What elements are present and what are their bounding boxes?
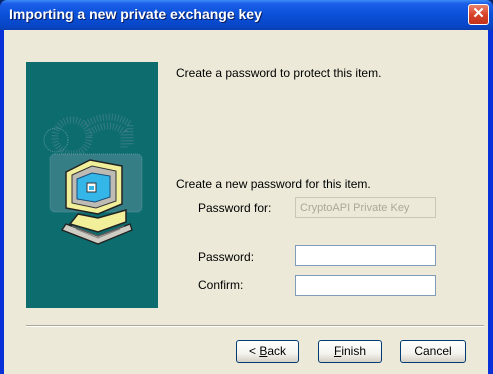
section-heading: Create a new password for this item. — [176, 177, 371, 191]
confirm-label: Confirm: — [198, 278, 244, 292]
button-separator — [26, 325, 484, 327]
window-title: Importing a new private exchange key — [9, 6, 262, 22]
computer-with-padlock-icon — [43, 113, 143, 245]
title-bar[interactable]: Importing a new private exchange key ✕ — [0, 0, 493, 30]
back-button-prefix: < — [248, 344, 260, 358]
dialog-window: Importing a new private exchange key ✕ C… — [0, 0, 493, 374]
password-label: Password: — [198, 250, 255, 264]
close-button[interactable]: ✕ — [468, 4, 489, 25]
confirm-input[interactable] — [295, 275, 436, 296]
cancel-button[interactable]: Cancel — [400, 340, 466, 363]
back-button-rest: ack — [267, 344, 287, 358]
close-icon: ✕ — [472, 5, 485, 22]
back-button[interactable]: < Back — [236, 340, 299, 363]
password-for-label: Password for: — [198, 201, 272, 215]
password-input[interactable] — [295, 245, 436, 266]
intro-text: Create a password to protect this item. — [176, 66, 382, 80]
finish-button[interactable]: Finish — [318, 340, 382, 363]
finish-button-rest: inish — [341, 344, 367, 358]
window-frame-right — [488, 30, 493, 374]
wizard-side-panel — [26, 62, 158, 308]
password-for-field — [295, 197, 436, 218]
